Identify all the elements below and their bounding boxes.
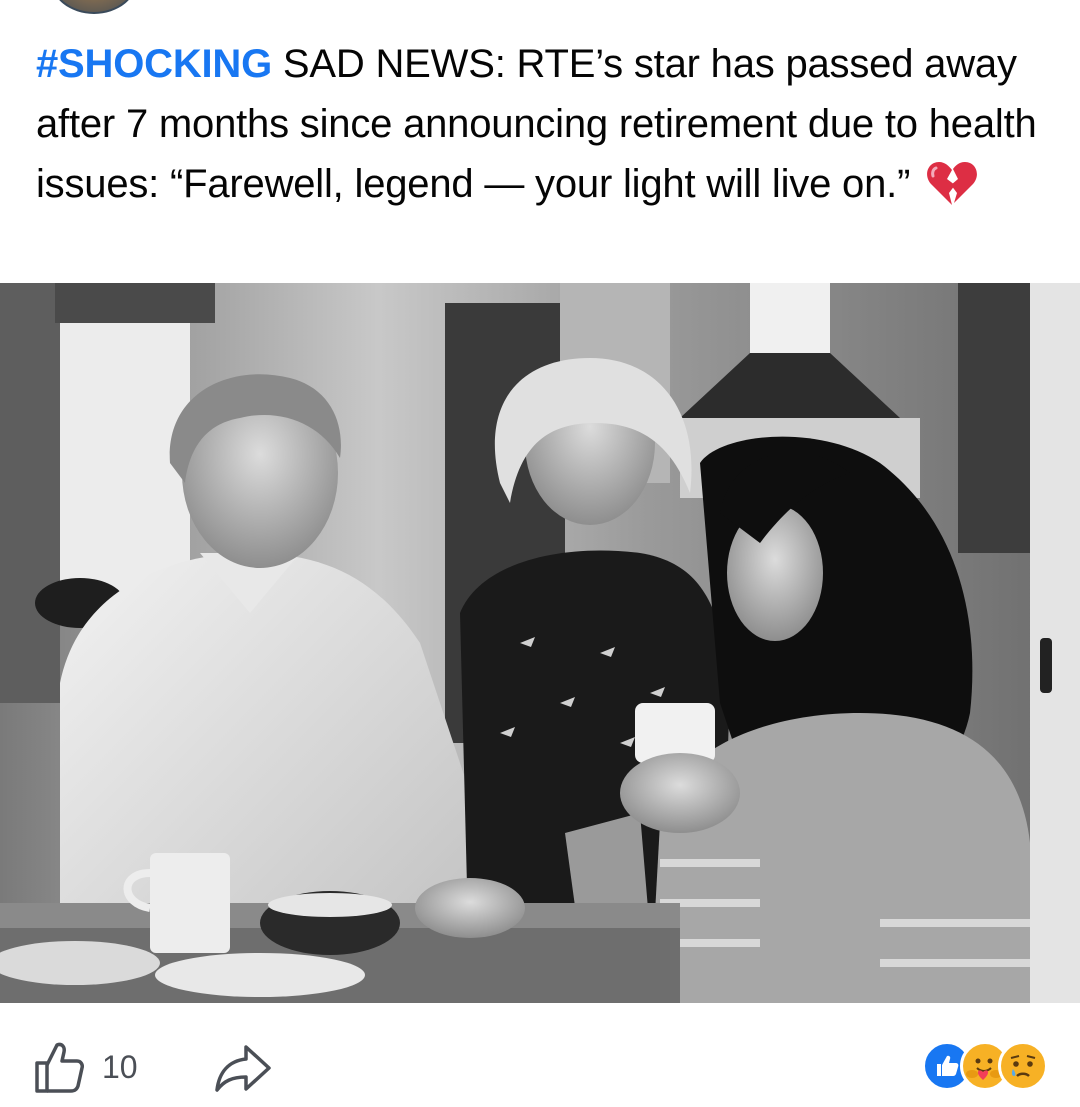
thumbs-up-icon — [35, 1042, 84, 1093]
post-actions-bar: 10 — [0, 1003, 1080, 1107]
post-photo[interactable] — [0, 283, 1080, 1003]
share-arrow-icon[interactable] — [214, 1043, 272, 1093]
author-avatar[interactable] — [50, 0, 138, 14]
facebook-post: #SHOCKING SAD NEWS: RTE’s star has passe… — [0, 0, 1080, 1107]
photo-scene — [0, 283, 1080, 1003]
broken-heart-icon — [927, 162, 978, 205]
reaction-summary[interactable] — [922, 1041, 1048, 1091]
like-count: 10 — [102, 1048, 138, 1085]
hashtag-link[interactable]: #SHOCKING — [36, 42, 272, 86]
like-button[interactable]: 10 — [34, 1039, 138, 1095]
post-caption: #SHOCKING SAD NEWS: RTE’s star has passe… — [36, 34, 1046, 214]
sad-reaction-icon — [998, 1041, 1048, 1091]
